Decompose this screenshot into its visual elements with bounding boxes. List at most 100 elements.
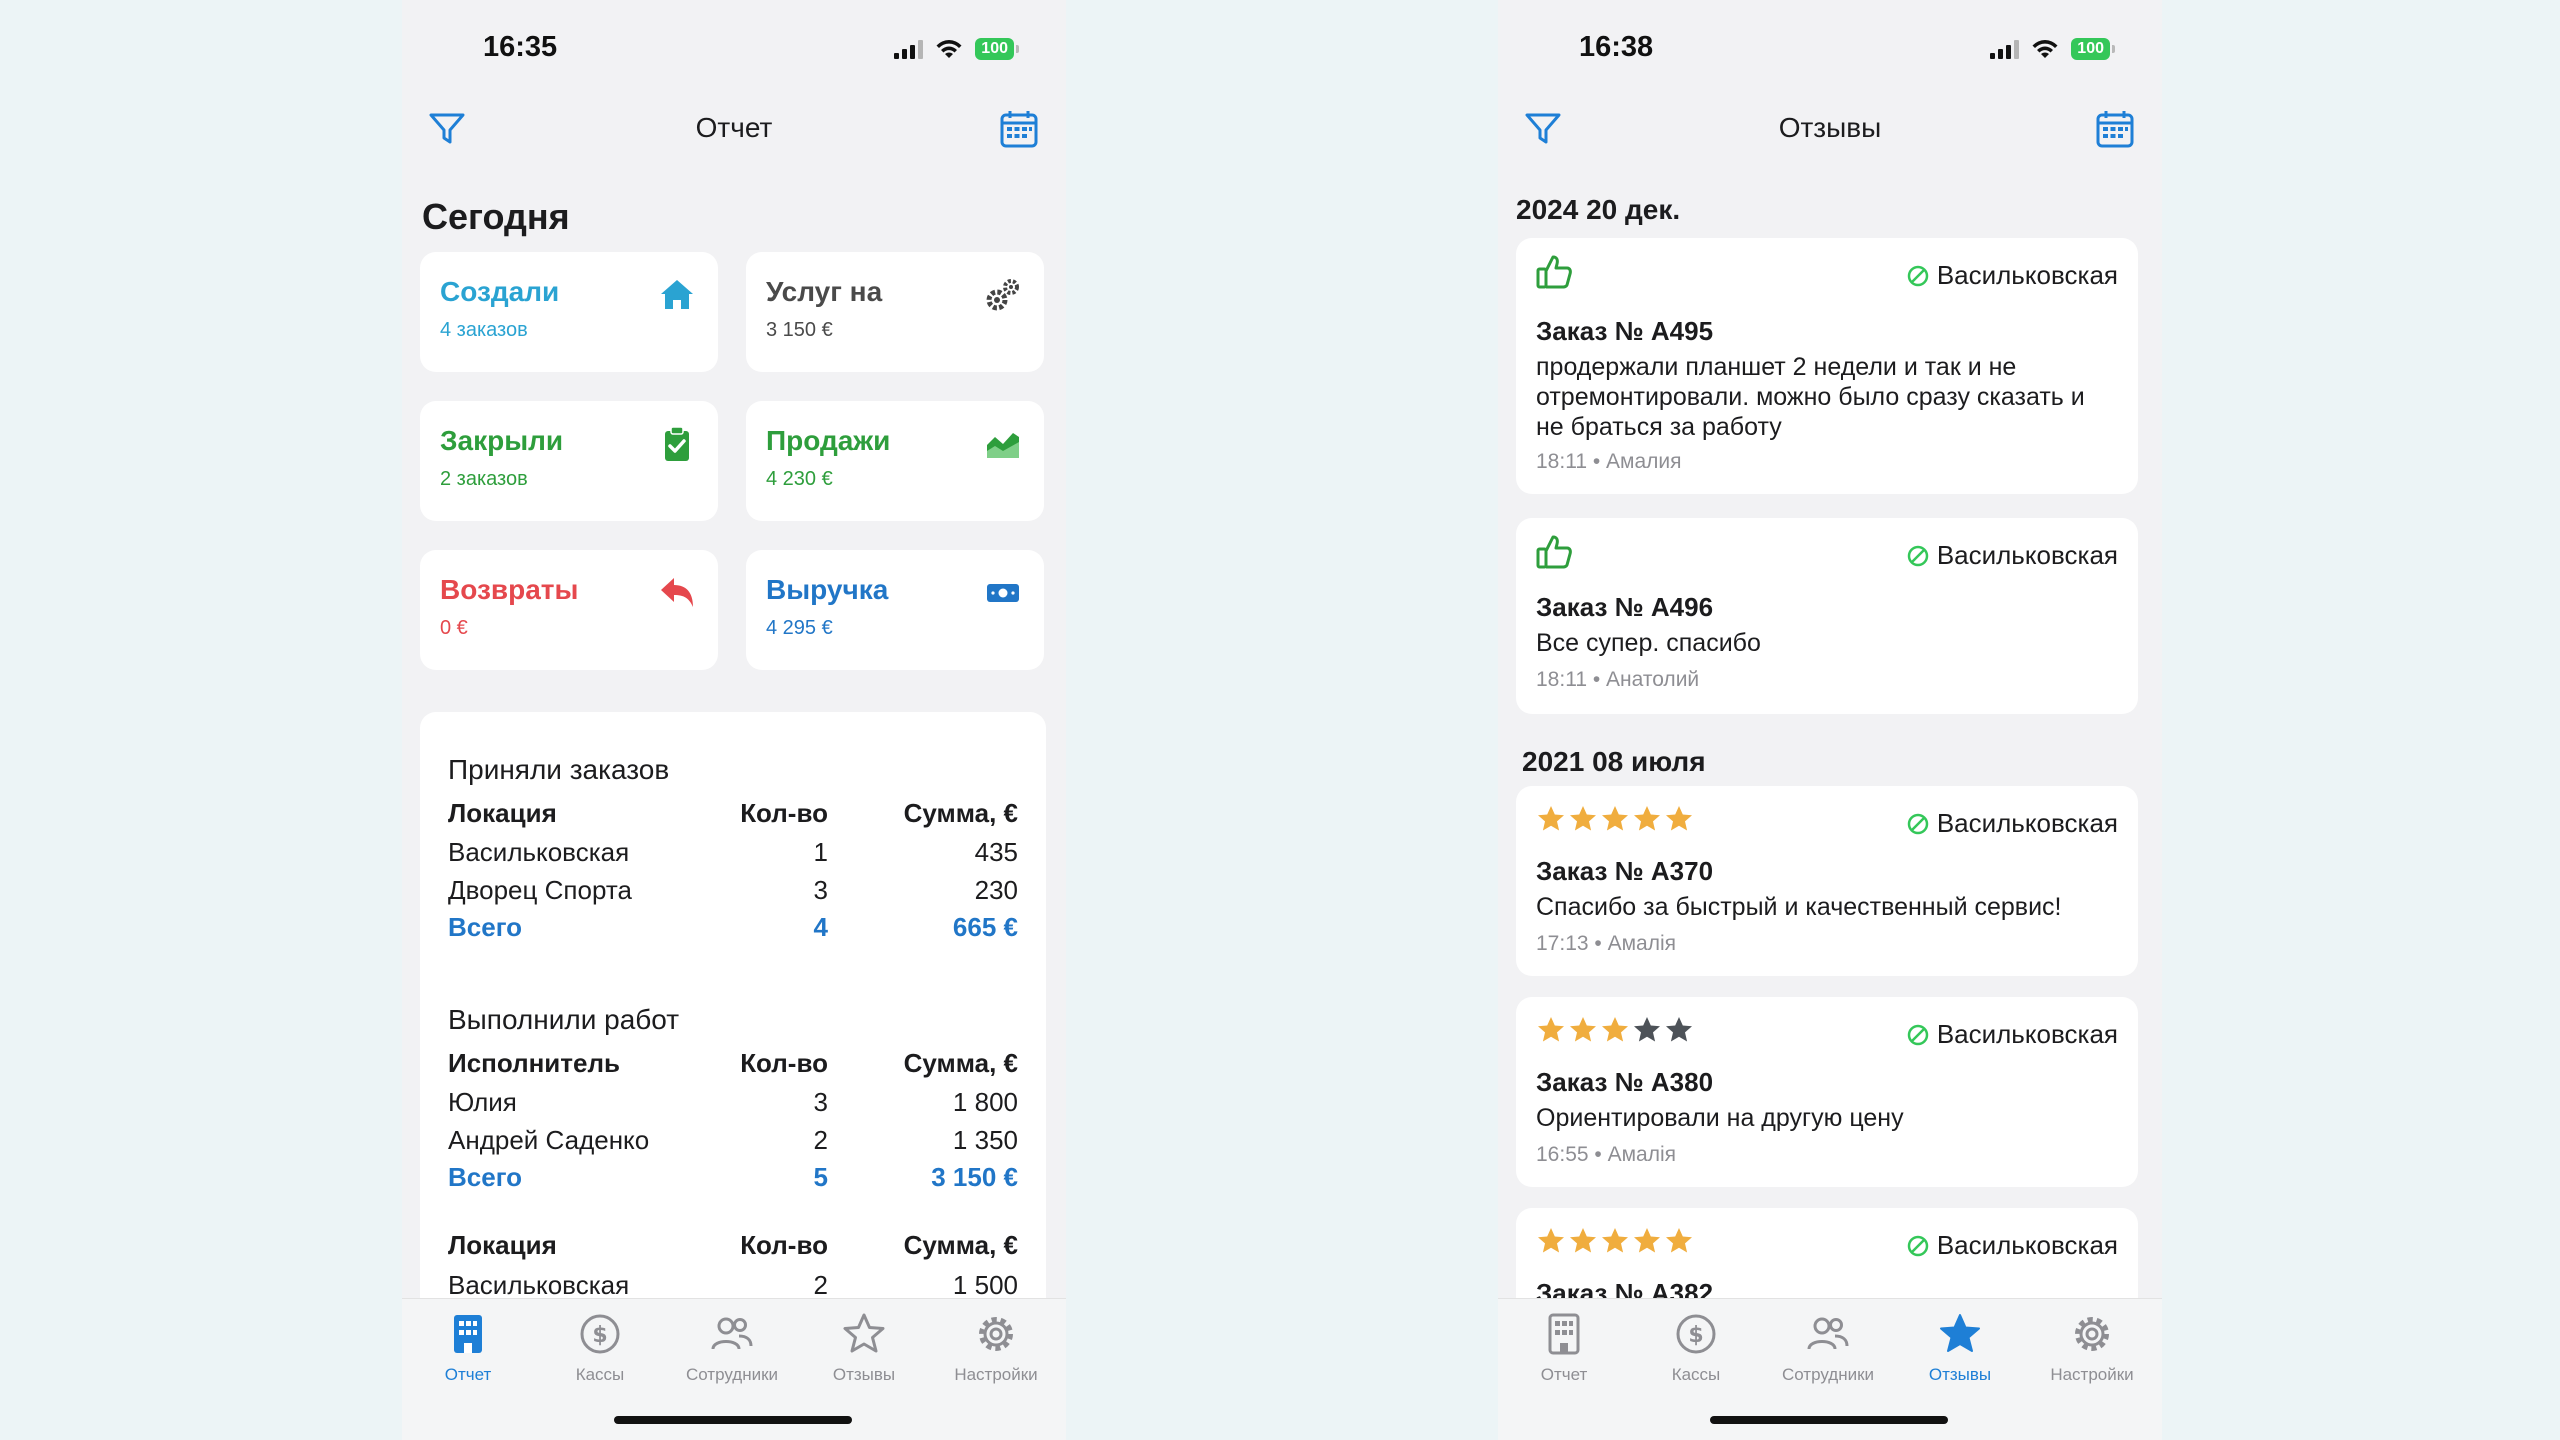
check-circle-icon [1907, 1024, 1929, 1045]
card-value: 4 230 € [766, 468, 833, 490]
star-icon [1602, 806, 1628, 831]
tab-settings[interactable]: Настройки [2026, 1311, 2158, 1385]
tab-label: Сотрудники [685, 1365, 779, 1384]
card-created[interactable]: Создали 4 заказов [420, 252, 718, 372]
date-header: 2024 20 дек. [1516, 194, 1681, 225]
star-icon [1940, 1314, 1980, 1352]
card-sales[interactable]: Продажи 4 230 € [746, 401, 1044, 521]
review-location: Васильковская [1907, 540, 2118, 571]
card-services[interactable]: Услуг на 3 150 € [746, 252, 1044, 372]
table-header: Локация Кол-во Сумма, € [448, 1230, 1018, 1266]
card-title: Продажи [766, 425, 891, 456]
check-circle-icon [1907, 265, 1929, 286]
star-icon [1634, 806, 1660, 831]
home-indicator[interactable] [1710, 1416, 1948, 1424]
card-closed[interactable]: Закрыли 2 заказов [420, 401, 718, 521]
tab-label: Отчет [1540, 1365, 1588, 1384]
star-icon [1538, 806, 1564, 831]
location-label: Васильковская [1936, 808, 2118, 838]
money-bill-icon [987, 584, 1019, 602]
tab-label: Кассы [575, 1365, 625, 1384]
users-icon [711, 1317, 753, 1350]
star-rating [1536, 1015, 1694, 1045]
cell: 230 [974, 875, 1018, 905]
status-icons: 100 [894, 38, 1019, 60]
page-title: Отзывы [1778, 112, 1882, 143]
star-icon [1666, 806, 1692, 831]
card-value: 3 150 € [766, 319, 833, 341]
review-meta: 17:13 • Амалія [1536, 932, 1676, 955]
review-card[interactable]: Васильковская Заказ № A380 Ориентировали… [1516, 997, 2138, 1187]
tab-reviews[interactable]: Отзывы [1894, 1311, 2026, 1385]
table-row: Андрей Саденко 2 1 350 [448, 1125, 1018, 1161]
card-title: Создали [440, 276, 560, 307]
review-text: продержали планшет 2 недели и так и не о… [1536, 353, 2085, 441]
tab-label: Кассы [1671, 1365, 1721, 1384]
table-row: Юлия 3 1 800 [448, 1087, 1018, 1123]
tab-report[interactable]: Отчет [1498, 1311, 1630, 1385]
tab-employees[interactable]: Сотрудники [666, 1311, 798, 1385]
review-card[interactable]: Васильковская Заказ № A496 Все супер. сп… [1516, 518, 2138, 714]
calendar-icon[interactable] [998, 108, 1040, 150]
cell: Дворец Спорта [448, 875, 632, 905]
review-meta: 18:11 • Амалия [1536, 450, 1682, 473]
cell: 665 € [952, 912, 1018, 942]
tab-cash[interactable]: $ Кассы [1630, 1311, 1762, 1385]
star-icon [1666, 1017, 1692, 1042]
review-order-number: Заказ № A496 [1536, 592, 1714, 622]
review-location: Васильковская [1907, 260, 2118, 291]
location-label: Васильковская [1936, 260, 2118, 290]
gear-icon [979, 1317, 1013, 1351]
thumbs-up-icon [1536, 255, 1572, 289]
star-rating [1536, 1226, 1694, 1256]
calendar-icon[interactable] [2094, 108, 2136, 150]
review-location: Васильковская [1907, 808, 2118, 839]
tab-report[interactable]: Отчет [402, 1311, 534, 1385]
status-bar: 16:35 100 [402, 0, 1066, 100]
signal-icon [894, 39, 924, 59]
nav-bar: Отзывы [1498, 100, 2162, 156]
table-total-row: Всего 5 3 150 € [448, 1162, 1018, 1198]
cell: 2 [813, 1270, 828, 1300]
report-accepted-title: Приняли заказов [448, 754, 670, 785]
battery-indicator: 100 [2071, 38, 2115, 60]
cell: Васильковская [448, 1270, 630, 1300]
cell: Всего [448, 912, 523, 942]
col-header: Кол-во [740, 1230, 828, 1260]
review-meta: 18:11 • Анатолий [1536, 668, 1700, 691]
cell: 1 350 [952, 1125, 1018, 1155]
tab-label: Настройки [954, 1365, 1038, 1384]
report-done-title: Выполнили работ [448, 1004, 680, 1035]
star-icon [1602, 1228, 1628, 1253]
tab-employees[interactable]: Сотрудники [1762, 1311, 1894, 1385]
review-card[interactable]: Васильковская Заказ № A495 продержали пл… [1516, 238, 2138, 494]
tab-cash[interactable]: $ Кассы [534, 1311, 666, 1385]
card-title: Выручка [766, 574, 889, 605]
card-revenue[interactable]: Выручка 4 295 € [746, 550, 1044, 670]
cell: 1 [813, 837, 828, 867]
house-icon [661, 280, 693, 309]
review-card[interactable]: Васильковская Заказ № A370 Спасибо за бы… [1516, 786, 2138, 976]
tab-bar: Отчет $ Кассы Сотрудники Отзывы Настройк… [1498, 1298, 2162, 1440]
location-label: Васильковская [1936, 540, 2118, 570]
card-returns[interactable]: Возвраты 0 € [420, 550, 718, 670]
gear-icon [2075, 1317, 2109, 1351]
cell: 1 800 [952, 1087, 1018, 1117]
cell: Всего [448, 1162, 523, 1192]
card-value: 4 295 € [766, 617, 833, 639]
wifi-icon [2032, 40, 2058, 58]
tab-label: Настройки [2050, 1365, 2134, 1384]
home-indicator[interactable] [614, 1416, 852, 1424]
clipboard-check-icon [665, 426, 689, 461]
tab-label: Отзывы [832, 1365, 896, 1384]
page-title: Отчет [695, 112, 773, 143]
cell: 3 150 € [931, 1162, 1018, 1192]
card-value: 4 заказов [440, 319, 528, 341]
tab-reviews[interactable]: Отзывы [798, 1311, 930, 1385]
tab-label: Сотрудники [1781, 1365, 1875, 1384]
tab-settings[interactable]: Настройки [930, 1311, 1062, 1385]
status-icons: 100 [1990, 38, 2115, 60]
review-text: Все супер. спасибо [1536, 629, 1761, 657]
star-icon [1570, 1228, 1596, 1253]
status-bar: 16:38 100 [1498, 0, 2162, 100]
